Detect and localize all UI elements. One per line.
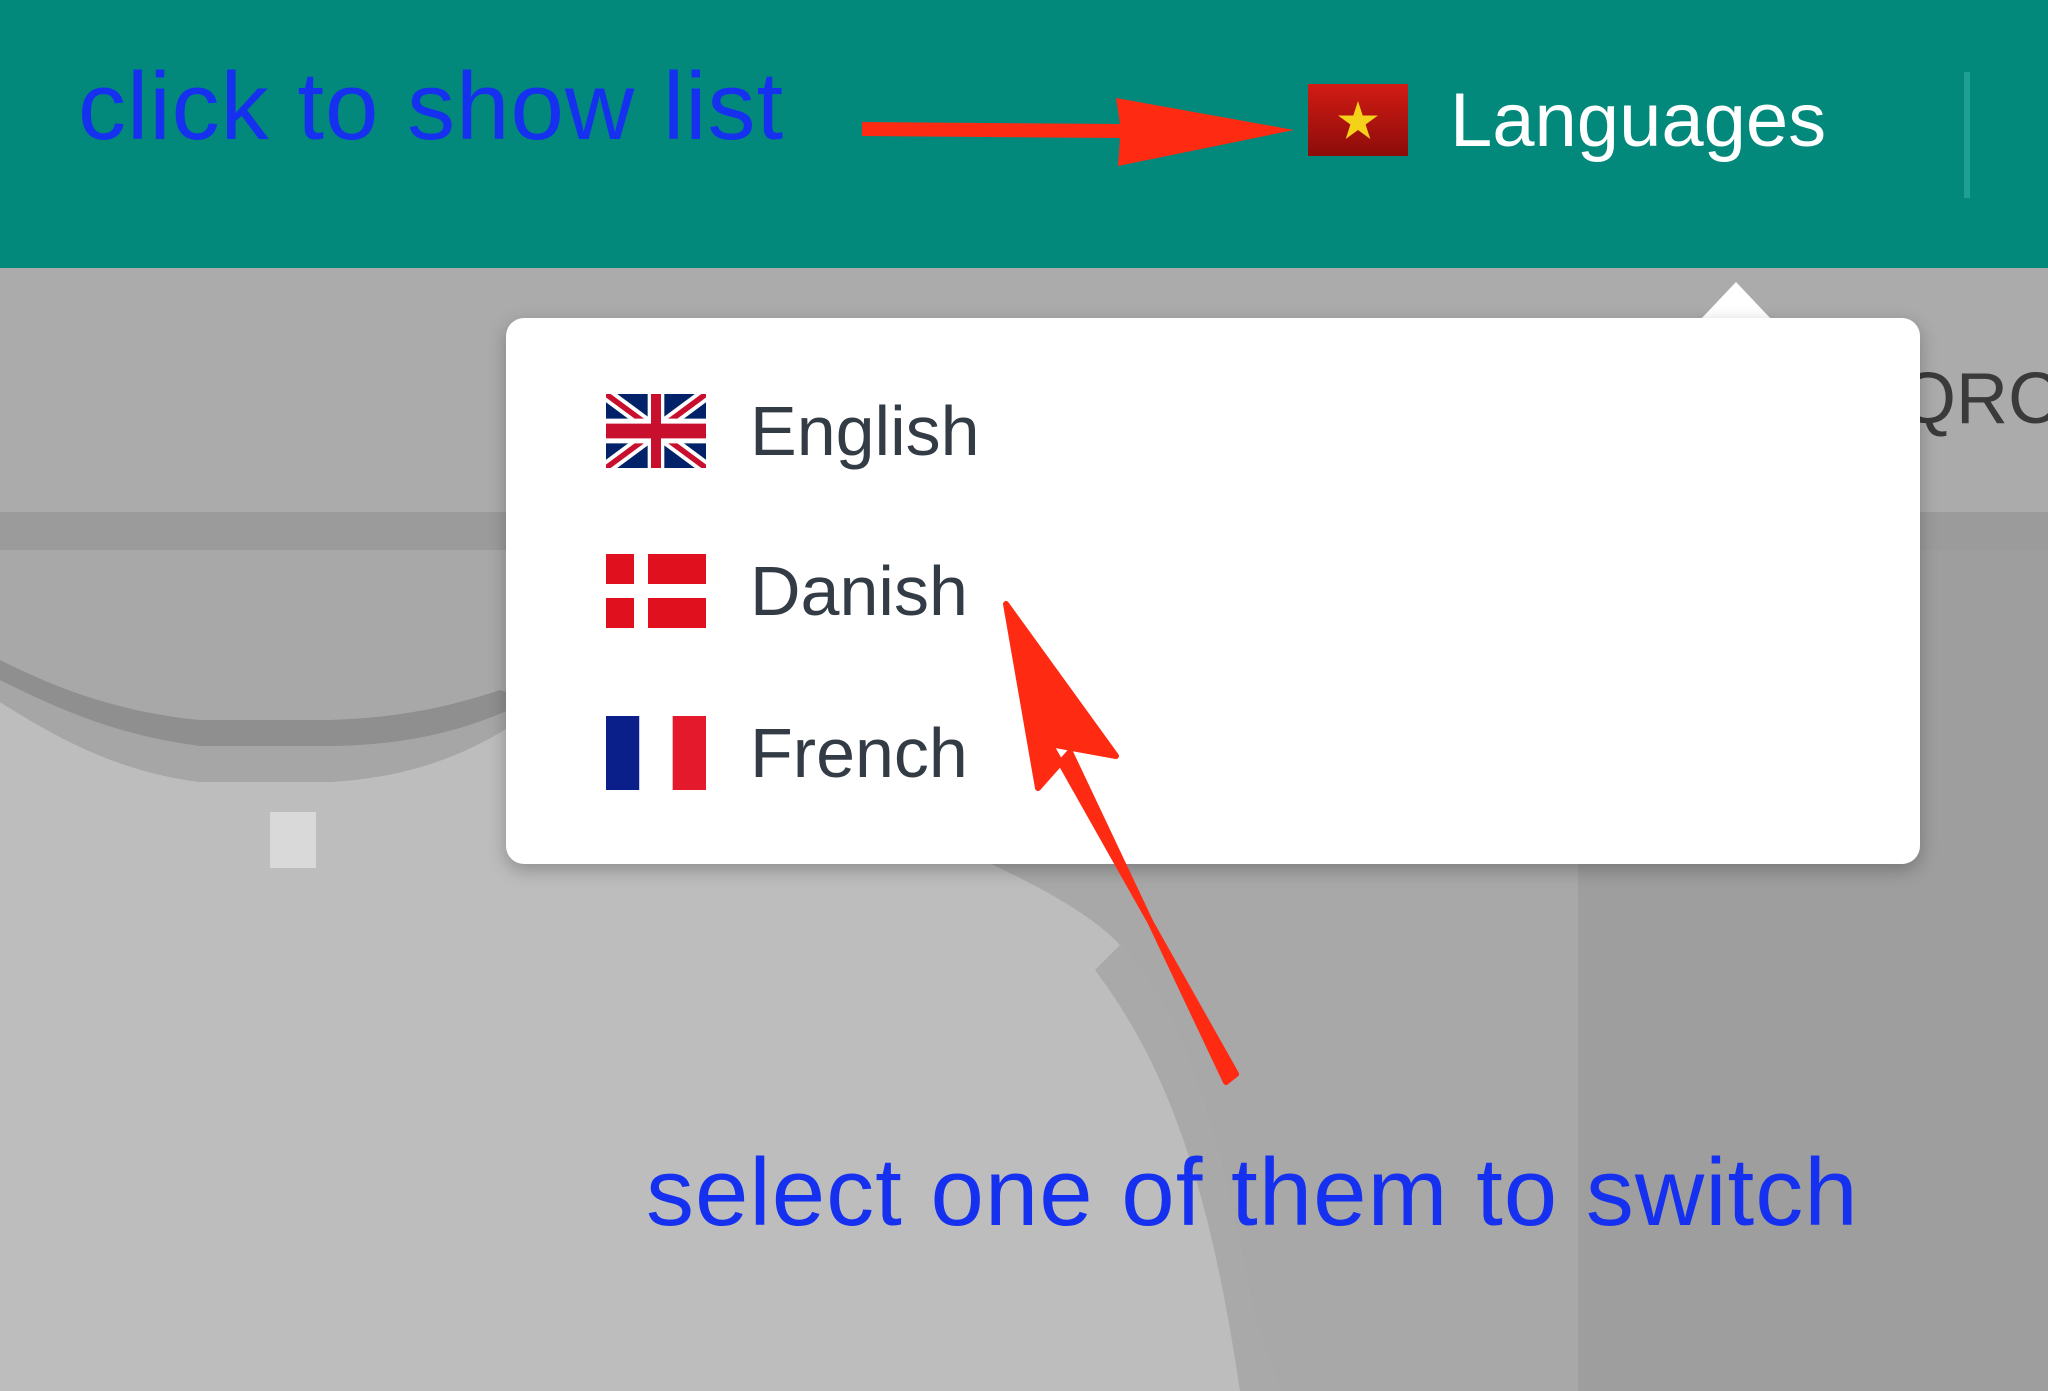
language-option-label: English: [750, 392, 980, 470]
annotation-click-to-show-list: click to show list: [78, 53, 785, 160]
france-flag-icon: [606, 716, 706, 790]
language-dropdown-menu: English Danish French: [506, 318, 1920, 864]
annotation-select-to-switch: select one of them to switch: [646, 1139, 1859, 1246]
vietnam-flag-icon: [1308, 84, 1408, 156]
denmark-flag-icon: [606, 554, 706, 628]
language-option-english[interactable]: English: [606, 376, 980, 486]
language-option-label: Danish: [750, 552, 968, 630]
dropdown-pointer: [1700, 282, 1772, 320]
languages-label: Languages: [1450, 77, 1827, 163]
header-divider: [1964, 72, 1970, 198]
qrcode-link-partial[interactable]: QRC: [1900, 358, 2048, 440]
languages-button[interactable]: Languages: [1308, 62, 1826, 178]
uk-flag-icon: [606, 394, 706, 468]
language-option-danish[interactable]: Danish: [606, 536, 968, 646]
language-option-label: French: [750, 714, 968, 792]
language-option-french[interactable]: French: [606, 698, 968, 808]
